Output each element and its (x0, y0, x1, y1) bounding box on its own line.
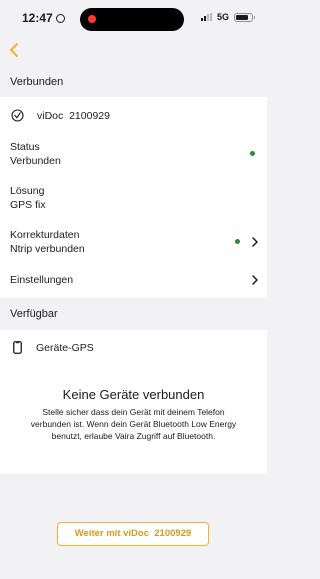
status-label: Status (10, 141, 40, 153)
smartphone-icon (13, 341, 22, 354)
solution-row: Lösung GPS fix (0, 184, 267, 214)
connected-device-row[interactable]: viDoc 2100929 (0, 106, 267, 126)
status-time: 12:47 (22, 11, 65, 25)
status-indicators: 5G (200, 12, 255, 22)
device-name: viDoc 2100929 (37, 110, 110, 122)
continue-button[interactable]: Weiter mit viDoc 2100929 (57, 522, 209, 546)
cellular-signal-icon (200, 13, 212, 21)
solution-value: GPS fix (10, 199, 46, 211)
check-circle-icon (11, 109, 24, 122)
corrections-label: Korrekturdaten (10, 229, 80, 241)
status-bar: 12:47 5G (0, 0, 267, 36)
continue-button-label: Weiter mit viDoc 2100929 (74, 528, 192, 539)
chevron-right-icon (252, 237, 258, 247)
status-time-text: 12:47 (22, 11, 53, 25)
available-device-name: Geräte-GPS (36, 342, 94, 354)
back-button[interactable] (6, 40, 24, 60)
status-connected-dot (250, 151, 255, 156)
status-value: Verbunden (10, 155, 61, 167)
section-header-connected: Verbunden (0, 67, 267, 97)
chevron-right-icon (252, 275, 258, 285)
battery-icon (234, 12, 255, 22)
recording-indicator-icon (88, 15, 96, 23)
dynamic-island (80, 8, 184, 31)
focus-mode-icon (55, 13, 65, 23)
solution-label: Lösung (10, 185, 45, 197)
chevron-left-icon (10, 43, 18, 57)
section-header-available: Verfügbar (0, 298, 267, 330)
empty-state-title: Keine Geräte verbunden (62, 387, 205, 402)
settings-row[interactable]: Einstellungen (0, 273, 267, 289)
corrections-row[interactable]: Korrekturdaten Ntrip verbunden (0, 228, 267, 258)
corrections-value: Ntrip verbunden (10, 243, 85, 255)
corrections-connected-dot (235, 239, 240, 244)
empty-state-text: Stelle sicher dass dein Gerät mit deinem… (30, 407, 237, 441)
available-device-row[interactable]: Geräte-GPS (0, 340, 267, 358)
status-row: Status Verbunden (0, 140, 267, 170)
settings-label: Einstellungen (10, 274, 74, 286)
network-type: 5G (216, 12, 229, 22)
